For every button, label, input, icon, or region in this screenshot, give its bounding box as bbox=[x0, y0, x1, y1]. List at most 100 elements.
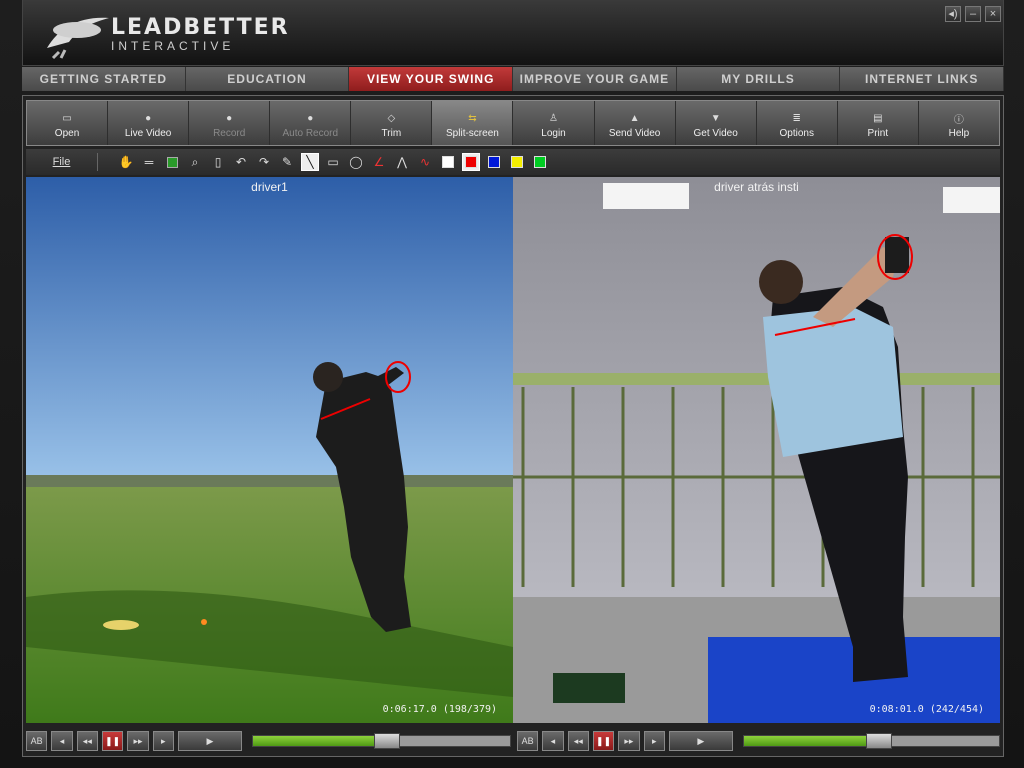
open-button[interactable]: ▭ Open bbox=[27, 101, 109, 145]
step-forward-icon-right[interactable]: ▸ bbox=[643, 731, 665, 751]
options-button[interactable]: ≣ Options bbox=[757, 101, 838, 145]
pause-icon-right[interactable]: ❚❚ bbox=[592, 731, 615, 751]
slow-back-icon-right[interactable]: ◂◂ bbox=[567, 731, 589, 751]
color-green[interactable] bbox=[531, 153, 549, 171]
drawing-toolbar: File ✋ ═ ⌕ ▯ ↶ ↷ ✎ ╲ ▭ ◯ ∠ ⋀ ∿ bbox=[26, 149, 1000, 175]
record-icon: ● bbox=[307, 112, 314, 124]
undo-icon[interactable]: ↶ bbox=[232, 153, 250, 171]
record-button[interactable]: ● Record bbox=[189, 101, 271, 145]
main-nav: GETTING STARTED EDUCATION VIEW YOUR SWIN… bbox=[22, 67, 1005, 91]
pencil-icon[interactable]: ✎ bbox=[278, 153, 296, 171]
play-icon[interactable]: ▶ bbox=[177, 731, 242, 751]
slow-back-icon[interactable]: ◂◂ bbox=[76, 731, 98, 751]
upload-icon: ▲ bbox=[629, 112, 640, 124]
curve-icon[interactable]: ∿ bbox=[416, 153, 434, 171]
ab-loop-button-right[interactable]: AB bbox=[516, 731, 539, 751]
send-video-label: Send Video bbox=[608, 128, 661, 139]
live-video-label: Live Video bbox=[124, 128, 172, 139]
get-video-label: Get Video bbox=[693, 128, 738, 139]
timecode-right: 0:08:01.0 (242/454) bbox=[869, 704, 984, 715]
live-video-button[interactable]: ● Live Video bbox=[108, 101, 190, 145]
download-icon: ▼ bbox=[710, 112, 721, 124]
color-blue[interactable] bbox=[485, 153, 503, 171]
play-icon-right[interactable]: ▶ bbox=[668, 731, 733, 751]
green-square-icon[interactable] bbox=[163, 153, 181, 171]
video-frame-left bbox=[26, 177, 513, 723]
hand-icon[interactable]: ✋ bbox=[117, 153, 135, 171]
help-button[interactable]: ⓘ Help bbox=[919, 101, 999, 145]
timeline-slider-left[interactable] bbox=[251, 733, 511, 749]
slow-forward-icon-right[interactable]: ▸▸ bbox=[618, 731, 640, 751]
swatch-green bbox=[534, 156, 546, 168]
nav-tab-improve-your-game[interactable]: IMPROVE YOUR GAME bbox=[513, 67, 677, 91]
app-window: LEADBETTER INTERACTIVE ◂) – × GETTING ST… bbox=[0, 0, 1024, 768]
ab-loop-button-left[interactable]: AB bbox=[26, 731, 48, 751]
swatch-white bbox=[442, 156, 454, 168]
video-pane-right[interactable]: driver atrás insti 0:08:01.0 (242/454) bbox=[513, 177, 1000, 723]
rectangle-icon[interactable]: ▭ bbox=[324, 153, 342, 171]
camera-icon: ● bbox=[145, 112, 152, 124]
logo-icon bbox=[47, 17, 109, 60]
logo-title: LEADBETTER bbox=[111, 15, 290, 40]
nav-tab-getting-started[interactable]: GETTING STARTED bbox=[22, 67, 186, 91]
video-title-right: driver atrás insti bbox=[714, 180, 799, 194]
trim-button[interactable]: ◇ Trim bbox=[351, 101, 433, 145]
eraser-icon[interactable]: ▯ bbox=[209, 153, 227, 171]
swatch-red bbox=[465, 156, 477, 168]
nav-tab-my-drills[interactable]: MY DRILLS bbox=[676, 67, 841, 91]
split-screen-button[interactable]: ⇆ Split-screen bbox=[432, 101, 514, 145]
options-icon: ≣ bbox=[792, 112, 801, 124]
color-white[interactable] bbox=[439, 153, 457, 171]
record-label: Record bbox=[213, 128, 246, 139]
split-screen-videos: driver1 0:06:17.0 (198/379) driver atrás… bbox=[26, 177, 1000, 723]
color-red[interactable] bbox=[462, 153, 480, 171]
swatch-blue bbox=[488, 156, 500, 168]
playback-controls: AB ◂ ◂◂ ❚❚ ▸▸ ▸ ▶ AB ◂ ◂◂ ❚❚ ▸▸ ▸ ▶ bbox=[26, 728, 1000, 754]
circle-icon[interactable]: ◯ bbox=[347, 153, 365, 171]
color-yellow[interactable] bbox=[508, 153, 526, 171]
login-label: Login bbox=[541, 128, 566, 139]
step-back-icon[interactable]: ◂ bbox=[51, 731, 73, 751]
options-label: Options bbox=[779, 128, 814, 139]
redo-icon[interactable]: ↷ bbox=[255, 153, 273, 171]
sound-icon[interactable]: ◂) bbox=[945, 6, 961, 22]
timeline-fill-left bbox=[252, 736, 387, 746]
printer-icon: ▤ bbox=[873, 112, 883, 124]
video-pane-left[interactable]: driver1 0:06:17.0 (198/379) bbox=[26, 177, 513, 723]
swing-viewer: ▭ Open ● Live Video ● Record ● Auto Record ◇… bbox=[22, 95, 1004, 757]
split-screen-label: Split-screen bbox=[446, 128, 499, 139]
logo-subtitle: INTERACTIVE bbox=[111, 39, 235, 53]
minimize-icon[interactable]: – bbox=[965, 6, 981, 22]
folder-icon: ▭ bbox=[62, 112, 72, 124]
slow-forward-icon[interactable]: ▸▸ bbox=[127, 731, 149, 751]
print-label: Print bbox=[867, 128, 889, 139]
get-video-button[interactable]: ▼ Get Video bbox=[676, 101, 757, 145]
timeline-slider-right[interactable] bbox=[742, 733, 1000, 749]
angle-icon[interactable]: ∠ bbox=[370, 153, 388, 171]
timeline-thumb-right[interactable] bbox=[866, 733, 892, 749]
help-label: Help bbox=[948, 128, 970, 139]
print-button[interactable]: ▤ Print bbox=[838, 101, 919, 145]
compass-icon[interactable]: ⋀ bbox=[393, 153, 411, 171]
equals-icon[interactable]: ═ bbox=[140, 153, 158, 171]
split-icon: ⇆ bbox=[468, 112, 477, 124]
send-video-button[interactable]: ▲ Send Video bbox=[595, 101, 676, 145]
user-icon: ♙ bbox=[549, 112, 558, 124]
timeline-thumb-left[interactable] bbox=[373, 733, 400, 749]
video-title-left: driver1 bbox=[251, 180, 288, 194]
nav-tab-internet-links[interactable]: INTERNET LINKS bbox=[840, 67, 1005, 91]
close-icon[interactable]: × bbox=[985, 6, 1001, 22]
zoom-icon[interactable]: ⌕ bbox=[186, 153, 204, 171]
open-label: Open bbox=[54, 128, 80, 139]
file-menu[interactable]: File bbox=[26, 153, 98, 171]
step-forward-icon[interactable]: ▸ bbox=[152, 731, 174, 751]
timecode-left: 0:06:17.0 (198/379) bbox=[382, 704, 497, 715]
auto-record-button[interactable]: ● Auto Record bbox=[270, 101, 352, 145]
line-icon[interactable]: ╲ bbox=[301, 153, 319, 171]
nav-tab-view-your-swing[interactable]: VIEW YOUR SWING bbox=[349, 67, 514, 91]
step-back-icon-right[interactable]: ◂ bbox=[542, 731, 564, 751]
login-button[interactable]: ♙ Login bbox=[513, 101, 595, 145]
trim-icon: ◇ bbox=[387, 112, 396, 124]
nav-tab-education[interactable]: EDUCATION bbox=[185, 67, 350, 91]
pause-icon[interactable]: ❚❚ bbox=[101, 731, 124, 751]
